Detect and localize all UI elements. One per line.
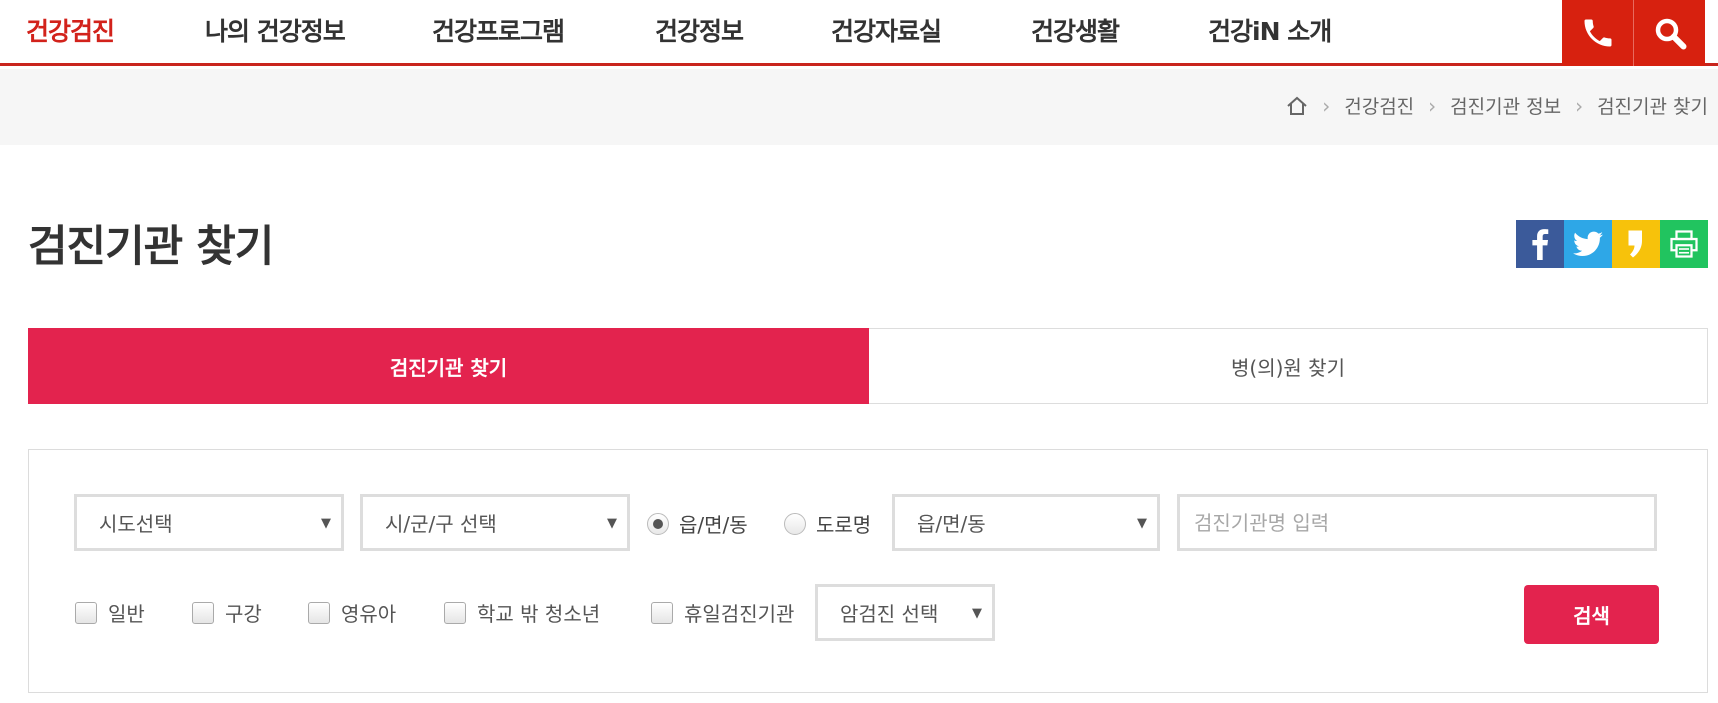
cancer-select-value: 암검진 선택 [840,602,939,626]
radio-eup-myeon-dong[interactable]: 읍/면/동 [647,509,748,538]
breadcrumb-item-current: 검진기관 찾기 [1597,96,1708,118]
nav-item-about[interactable]: 건강iN 소개 [1208,12,1332,48]
radio-eup-label: 읍/면/동 [679,513,748,537]
caret-down-icon: ▼ [607,516,617,531]
checkbox-oral[interactable]: 구강 [192,598,262,627]
radio-unselected-icon [784,512,806,535]
phone-icon [1584,19,1611,47]
chevron-right-icon: › [1575,93,1584,118]
sigungu-select[interactable]: 시/군/구 선택 ▼ [360,494,630,551]
search-button[interactable] [1634,0,1705,66]
checkbox-infant[interactable]: 영유아 [308,598,396,627]
search-panel [28,449,1708,693]
radio-road-name[interactable]: 도로명 [784,509,871,538]
kakaostory-share-button[interactable] [1612,220,1660,268]
caret-down-icon: ▼ [972,606,982,621]
checkbox-icon [308,601,330,624]
checkbox-label: 영유아 [341,602,397,626]
checkbox-out-of-school-youth[interactable]: 학교 밖 청소년 [444,598,600,627]
checkbox-label: 구강 [225,602,262,626]
checkbox-icon [192,601,214,624]
sido-select-value: 시도선택 [99,512,173,536]
search-icon [1655,18,1686,50]
chevron-right-icon: › [1322,93,1331,118]
checkbox-general[interactable]: 일반 [75,598,145,627]
facebook-icon [1532,229,1549,260]
checkbox-label: 휴일검진기관 [684,602,795,626]
breadcrumb-item[interactable]: 건강검진 [1344,92,1414,119]
checkbox-label: 일반 [108,602,145,626]
print-button[interactable] [1660,220,1708,268]
radio-selected-icon [647,512,669,535]
radio-road-label: 도로명 [816,513,872,537]
nav-item-health-library[interactable]: 건강자료실 [831,12,942,48]
checkbox-icon [444,601,466,624]
phone-button[interactable] [1562,0,1633,66]
cancer-screening-select[interactable]: 암검진 선택 ▼ [815,584,995,641]
twitter-icon [1573,231,1603,256]
kakaostory-icon [1628,230,1642,258]
print-icon [1670,230,1698,258]
sido-select[interactable]: 시도선택 ▼ [74,494,344,551]
nav-item-health-info[interactable]: 건강정보 [655,12,744,48]
tab-find-checkup-institution[interactable]: 검진기관 찾기 [28,328,869,404]
caret-down-icon: ▼ [321,516,331,531]
nav-item-health-life[interactable]: 건강생활 [1031,12,1120,48]
tab-find-hospital[interactable]: 병(의)원 찾기 [869,328,1708,404]
home-icon[interactable] [1286,95,1308,117]
top-navigation: 건강검진 나의 건강정보 건강프로그램 건강정보 건강자료실 건강생활 건강iN… [0,0,1718,66]
checkbox-label: 학교 밖 청소년 [477,602,601,626]
nav-item-health-checkup[interactable]: 건강검진 [26,12,115,48]
sigungu-select-value: 시/군/구 선택 [385,512,497,536]
nav-item-health-program[interactable]: 건강프로그램 [432,12,565,48]
chevron-right-icon: › [1428,93,1437,118]
search-submit-button[interactable]: 검색 [1524,585,1659,644]
breadcrumb-item[interactable]: 검진기관 정보 [1450,92,1561,119]
eup-select-value: 읍/면/동 [917,512,986,536]
caret-down-icon: ▼ [1137,516,1147,531]
facebook-share-button[interactable] [1516,220,1564,268]
checkbox-icon [75,601,97,624]
breadcrumb-band: › 건강검진 › 검진기관 정보 › 검진기관 찾기 [0,69,1718,145]
eup-myeon-dong-select[interactable]: 읍/면/동 ▼ [892,494,1160,551]
checkbox-icon [651,601,673,624]
page-title: 검진기관 찾기 [28,222,274,272]
twitter-share-button[interactable] [1564,220,1612,268]
checkbox-holiday-institution[interactable]: 휴일검진기관 [651,598,794,627]
breadcrumb: › 건강검진 › 검진기관 정보 › 검진기관 찾기 [1286,92,1708,119]
institution-name-input[interactable] [1177,494,1657,551]
nav-item-my-health-info[interactable]: 나의 건강정보 [205,12,346,48]
